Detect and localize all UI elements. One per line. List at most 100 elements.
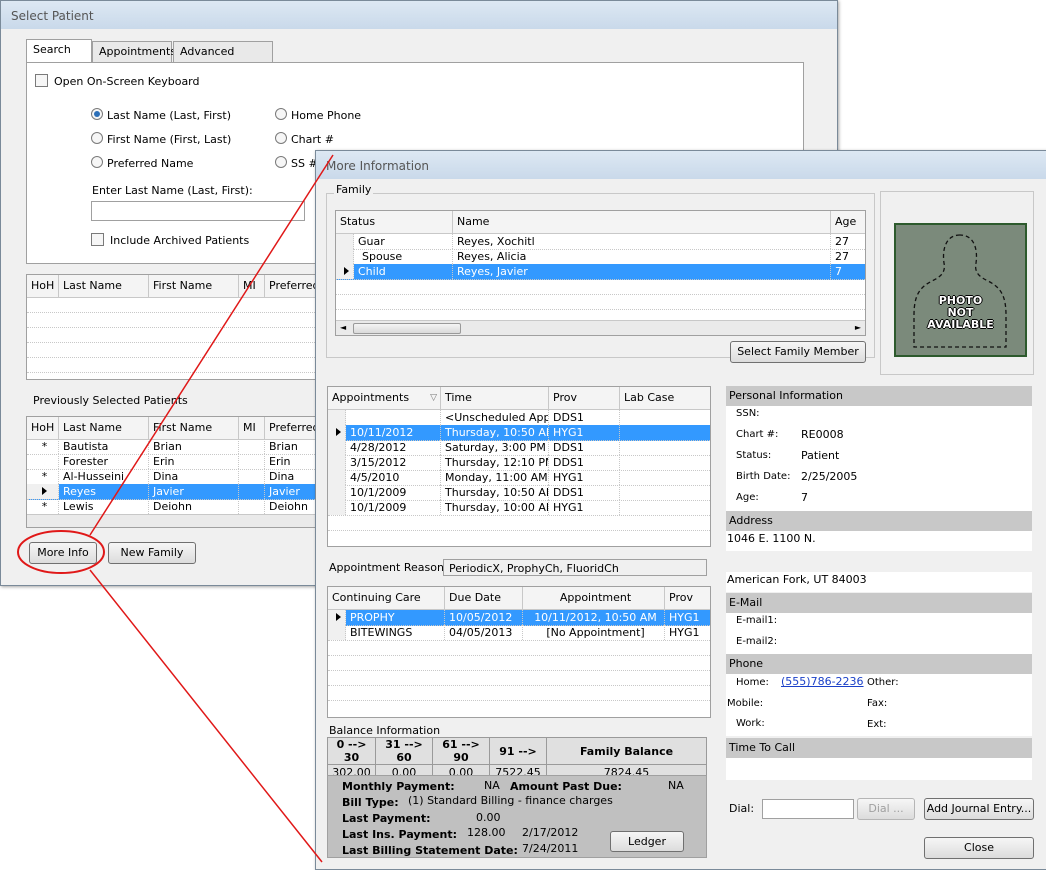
row-date: 10/11/2012 <box>346 425 441 440</box>
radio-ss[interactable]: SS # <box>275 156 318 170</box>
ledger-button[interactable]: Ledger <box>610 831 684 852</box>
include-archived-option[interactable]: Include Archived Patients <box>91 233 249 247</box>
tab-advanced-search[interactable]: Advanced Search <box>173 41 273 78</box>
row-pointer-icon <box>42 487 47 495</box>
table-row[interactable]: 10/1/2009 Thursday, 10:50 AM DDS1 <box>328 485 710 501</box>
scroll-right-icon[interactable]: ► <box>855 323 861 332</box>
table-row[interactable]: * Bautista Brian Brian <box>27 439 327 455</box>
tab-search-by[interactable]: Search By <box>26 39 92 76</box>
row-hoh: * <box>27 469 59 484</box>
row-selector <box>336 264 354 279</box>
col-mi[interactable]: MI <box>239 417 265 439</box>
last-name-search-input[interactable] <box>91 201 305 221</box>
radio-home-phone[interactable]: Home Phone <box>275 108 361 122</box>
col-age[interactable]: Age <box>831 211 865 233</box>
table-row[interactable] <box>27 297 327 313</box>
table-row[interactable]: * Al-Husseini Dina Dina <box>27 469 327 485</box>
table-row[interactable] <box>336 279 865 295</box>
table-row[interactable]: 4/28/2012 Saturday, 3:00 PM DDS1 <box>328 440 710 456</box>
radio-chart[interactable]: Chart # <box>275 132 334 146</box>
ssn-label: SSN: <box>736 408 760 419</box>
table-row[interactable]: 3/15/2012 Thursday, 12:10 PM DDS1 <box>328 455 710 471</box>
horizontal-scrollbar[interactable]: ◄ ► <box>336 320 865 335</box>
close-button[interactable]: Close <box>924 837 1034 859</box>
row-hoh: * <box>27 499 59 514</box>
col-last-name[interactable]: Last Name <box>59 417 149 439</box>
row-care: PROPHY <box>346 610 445 625</box>
col-due-date[interactable]: Due Date <box>445 587 523 609</box>
dial-input[interactable] <box>762 799 854 819</box>
table-row[interactable] <box>328 655 710 671</box>
table-row[interactable] <box>328 515 710 531</box>
table-row-selected[interactable]: Reyes Javier Javier <box>27 484 327 500</box>
col-lab-case[interactable]: Lab Case <box>620 387 710 409</box>
col-hoh[interactable]: HoH <box>27 275 59 297</box>
col-hoh[interactable]: HoH <box>27 417 59 439</box>
more-info-button[interactable]: More Info <box>29 542 97 564</box>
patient-results-grid[interactable]: HoH Last Name First Name MI Preferred <box>26 274 328 380</box>
previous-patients-grid[interactable]: HoH Last Name First Name MI Preferred * … <box>26 416 328 528</box>
archived-label: Include Archived Patients <box>110 234 250 247</box>
table-row[interactable] <box>27 357 327 373</box>
col-status[interactable]: Status <box>336 211 453 233</box>
tab-appointments[interactable]: Appointments <box>92 41 176 62</box>
callout-line-bottom <box>89 569 323 863</box>
table-row[interactable] <box>328 685 710 701</box>
table-row[interactable] <box>27 327 327 343</box>
scroll-thumb[interactable] <box>353 323 461 334</box>
row-date: 4/5/2010 <box>346 470 441 485</box>
archived-checkbox[interactable] <box>91 233 104 246</box>
radio-preferred-name[interactable]: Preferred Name <box>91 156 193 170</box>
monthly-payment-label: Monthly Payment: <box>342 780 455 793</box>
col-continuing-care[interactable]: Continuing Care <box>328 587 445 609</box>
window-title: More Information <box>326 159 430 173</box>
birth-date-value: 2/25/2005 <box>801 470 858 483</box>
amount-past-due-value: NA <box>668 779 684 792</box>
table-row-selected[interactable]: Child Reyes, Javier 7 <box>336 264 865 280</box>
col-first-name[interactable]: First Name <box>149 275 239 297</box>
row-selector <box>328 625 346 640</box>
table-row[interactable]: <Unscheduled App... DDS1 <box>328 410 710 426</box>
table-row[interactable] <box>336 294 865 310</box>
row-selector <box>328 610 346 625</box>
table-row-selected[interactable]: 10/11/2012 Thursday, 10:50 AM HYG1 <box>328 425 710 441</box>
table-row[interactable] <box>27 342 327 358</box>
select-family-member-button[interactable]: Select Family Member <box>730 341 866 363</box>
row-date: 10/1/2009 <box>346 500 441 515</box>
col-last-name[interactable]: Last Name <box>59 275 149 297</box>
col-appointments[interactable]: Appointments ▽ <box>328 387 441 409</box>
table-row[interactable]: Guar Reyes, Xochitl 27 <box>336 234 865 250</box>
col-time[interactable]: Time <box>441 387 549 409</box>
new-family-button[interactable]: New Family <box>108 542 196 564</box>
table-row[interactable] <box>328 670 710 686</box>
scroll-left-icon[interactable]: ◄ <box>340 323 346 332</box>
table-row[interactable]: 4/5/2010 Monday, 11:00 AM HYG1 <box>328 470 710 486</box>
table-row[interactable]: BITEWINGS 04/05/2013 [No Appointment] HY… <box>328 625 710 641</box>
table-row-selected[interactable]: PROPHY 10/05/2012 10/11/2012, 10:50 AM H… <box>328 610 710 626</box>
dial-label: Dial: <box>729 802 755 815</box>
radio-first-name[interactable]: First Name (First, Last) <box>91 132 231 146</box>
col-prov[interactable]: Prov <box>549 387 620 409</box>
table-row[interactable] <box>328 640 710 656</box>
table-row[interactable]: 10/1/2009 Thursday, 10:00 AM HYG1 <box>328 500 710 516</box>
table-row[interactable] <box>27 312 327 328</box>
table-row[interactable]: Spouse Reyes, Alicia 27 <box>336 249 865 265</box>
mobile-phone-label: Mobile: <box>727 698 764 709</box>
col-prov[interactable]: Prov <box>665 587 710 609</box>
horizontal-scrollbar[interactable] <box>27 514 327 527</box>
family-grid[interactable]: Status Name Age Guar Reyes, Xochitl 27 S… <box>335 210 866 336</box>
appointments-grid[interactable]: Appointments ▽ Time Prov Lab Case <Unsche… <box>327 386 711 547</box>
col-first-name[interactable]: First Name <box>149 417 239 439</box>
col-mi[interactable]: MI <box>239 275 265 297</box>
table-row[interactable]: Forester Erin Erin <box>27 454 327 470</box>
col-name[interactable]: Name <box>453 211 831 233</box>
col-appointment[interactable]: Appointment <box>523 587 665 609</box>
table-row[interactable]: * Lewis Deiohn Deiohn <box>27 499 327 515</box>
continuing-care-grid[interactable]: Continuing Care Due Date Appointment Pro… <box>327 586 711 718</box>
home-phone-link[interactable]: (555)786-2236 <box>781 675 864 688</box>
radio-last-name[interactable]: Last Name (Last, First) <box>91 108 231 122</box>
keyboard-option[interactable]: Open On-Screen Keyboard <box>35 74 200 88</box>
keyboard-checkbox[interactable] <box>35 74 48 87</box>
dial-button[interactable]: Dial ... <box>857 798 915 820</box>
add-journal-entry-button[interactable]: Add Journal Entry... <box>924 798 1034 820</box>
